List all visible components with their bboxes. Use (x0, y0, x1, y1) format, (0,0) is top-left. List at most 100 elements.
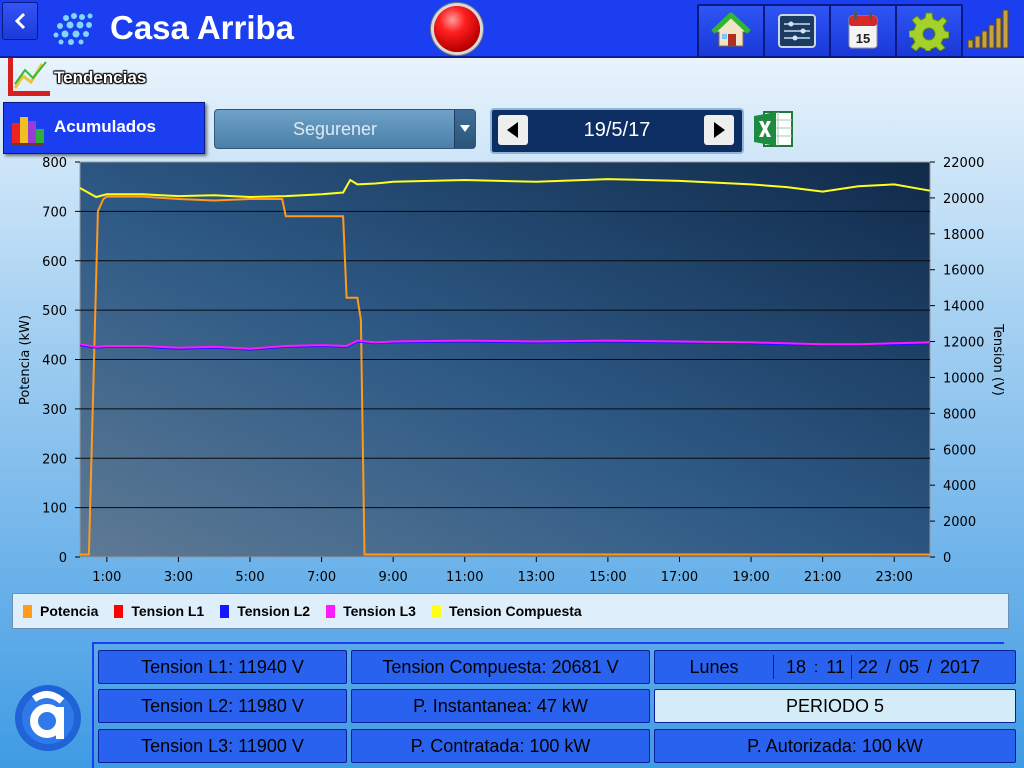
legend-label: Potencia (40, 603, 99, 619)
x-tick-label: 19:00 (732, 570, 769, 585)
gear-button[interactable] (895, 4, 963, 58)
legend-swatch (114, 604, 124, 618)
home-button[interactable] (697, 4, 765, 58)
books-chart-icon (12, 117, 44, 146)
x-axis-ticks: 1:00 3:00 5:00 7:00 9:00 11:00 13:00 15:00 17:00… (92, 557, 913, 585)
trend-chart: 800 700 600 500 400 300 200 100 0 22000 2000 0 1800… (18, 156, 1005, 585)
back-button[interactable] (2, 2, 38, 40)
gear-icon (909, 12, 949, 51)
triangle-left-icon (507, 122, 518, 138)
time-separator: : (814, 658, 819, 676)
x-tick-label: 11:00 (446, 570, 483, 585)
date-separator: / (885, 656, 891, 677)
source-select[interactable]: Segurener (214, 109, 476, 149)
prev-date-button[interactable] (498, 115, 528, 145)
right-axis-ticks: 2200020000180001600014000120001000080006… (930, 156, 984, 566)
date-year-value: 2017 (939, 656, 981, 677)
sprinkle-logo-icon (53, 13, 93, 45)
brand-logo-icon (15, 685, 81, 751)
left-tick-label: 0 (59, 551, 67, 566)
time-divider (773, 655, 774, 679)
tendencias-label: Tendencias (54, 68, 147, 87)
right-tick-label: 18000 (943, 228, 984, 243)
signal-strength-icon (967, 9, 1009, 49)
legend-swatch (220, 604, 230, 618)
right-tick-label: 10000 (943, 371, 984, 386)
current-date: 19/5/17 (583, 119, 651, 141)
left-tick-label: 400 (42, 354, 67, 369)
date-divider (850, 655, 852, 679)
x-tick-label: 3:00 (164, 570, 193, 585)
trends-chart-icon (8, 58, 50, 96)
date-separator-2: / (926, 656, 932, 677)
date-month-value: 05 (898, 656, 919, 677)
right-tick-label: 4000 (943, 479, 976, 494)
settings-panel-button[interactable] (763, 4, 831, 58)
calendar-button[interactable]: 15 (829, 4, 897, 58)
p-contratada-cell: P. Contratada: 100 kW (351, 729, 650, 763)
right-tick-label: 16000 (943, 264, 984, 279)
hour-value: 18 (786, 656, 807, 677)
legend-item[interactable]: Potencia (23, 603, 98, 619)
right-tick-label: 12000 (943, 336, 984, 351)
panel-border-top (92, 642, 1004, 644)
tension-l2-cell: Tension L2: 11980 V (98, 689, 347, 723)
legend-item[interactable]: Tension L1 (114, 603, 204, 619)
right-axis-label: Tension (V) (990, 323, 1005, 396)
x-tick-label: 17:00 (661, 570, 698, 585)
p-autorizada-cell: P. Autorizada: 100 kW (654, 729, 1016, 763)
left-axis-ticks: 800 700 600 500 400 300 200 100 0 (42, 156, 80, 566)
x-tick-label: 23:00 (875, 570, 912, 585)
left-tick-label: 600 (42, 255, 67, 270)
right-tick-label: 8000 (943, 407, 976, 422)
header-bar: Casa Arriba 15 (0, 0, 1024, 58)
svg-text:15: 15 (856, 31, 870, 46)
date-day-value: 22 (857, 656, 878, 677)
left-tick-label: 300 (42, 403, 67, 418)
right-tick-label: 0 (943, 551, 951, 566)
day-name: Lunes (689, 656, 739, 677)
record-button[interactable] (434, 6, 480, 52)
excel-export-icon[interactable] (752, 108, 794, 150)
legend-item[interactable]: Tension L2 (220, 603, 310, 619)
legend-item[interactable]: Tension L3 (326, 603, 416, 619)
date-navigator: 19/5/17 (490, 108, 744, 154)
chevron-left-icon (14, 12, 26, 30)
legend-swatch (326, 604, 336, 618)
acumulados-button[interactable]: Acumulados (3, 102, 205, 154)
right-tick-label: 22000 (943, 156, 984, 171)
tension-l3-cell: Tension L3: 11900 V (98, 729, 347, 763)
legend-label: Tension Compuesta (448, 603, 582, 619)
left-tick-label: 800 (42, 156, 67, 171)
legend-swatch (23, 604, 32, 618)
minute-value: 11 (826, 656, 845, 677)
tension-compuesta-cell: Tension Compuesta: 20681 V (351, 650, 650, 684)
select-dropdown-arrow[interactable] (454, 110, 475, 148)
x-tick-label: 1:00 (92, 570, 121, 585)
x-tick-label: 21:00 (804, 570, 841, 585)
acumulados-label: Acumulados (54, 117, 157, 136)
x-tick-label: 7:00 (307, 570, 336, 585)
right-tick-label: 2000 (943, 515, 976, 530)
datetime-cell: Lunes 18 : 11 22 / 05 / 2017 (654, 650, 1016, 684)
right-tick-label: 6000 (943, 443, 976, 458)
triangle-right-icon (714, 122, 725, 138)
next-date-button[interactable] (704, 115, 734, 145)
tension-l1-cell: Tension L1: 11940 V (98, 650, 347, 684)
left-tick-label: 100 (42, 502, 67, 517)
x-tick-label: 15:00 (589, 570, 626, 585)
left-tick-label: 200 (42, 452, 67, 467)
left-axis-label: Potencia (kW) (18, 315, 33, 405)
left-tick-label: 700 (42, 205, 67, 220)
sliders-icon (778, 14, 816, 48)
triangle-down-icon (460, 125, 470, 132)
calendar-icon: 15 (848, 12, 878, 49)
x-tick-label: 5:00 (235, 570, 264, 585)
legend-item[interactable]: Tension Compuesta (431, 603, 582, 619)
legend-label: Tension L1 (131, 603, 205, 619)
legend-label: Tension L2 (237, 603, 311, 619)
home-icon (711, 12, 751, 47)
p-instantanea-cell: P. Instantanea: 47 kW (351, 689, 650, 723)
chart-legend: Potencia Tension L1 Tension L2 Tension L3 Te… (12, 593, 1009, 629)
left-tick-label: 500 (42, 304, 67, 319)
